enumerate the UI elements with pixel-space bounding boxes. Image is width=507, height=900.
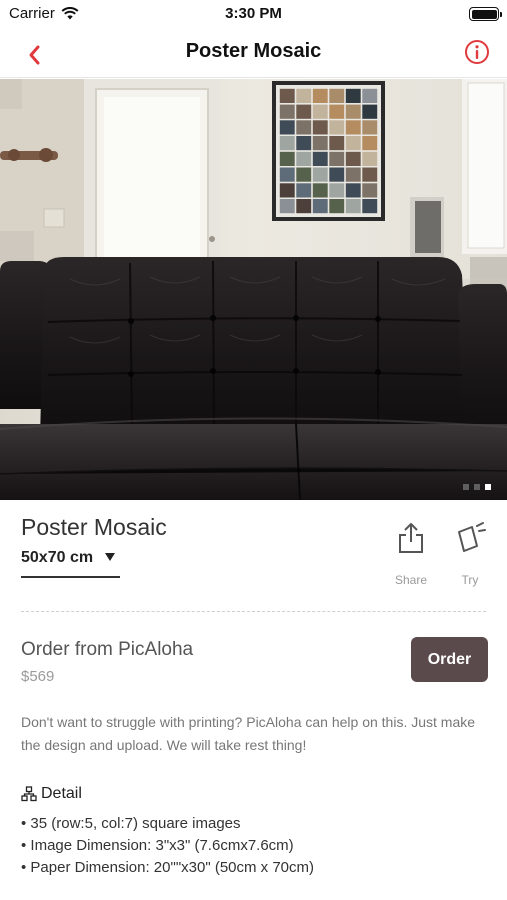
- carousel-page-indicator: [463, 484, 491, 490]
- poster-tile: [279, 167, 295, 182]
- order-description: Don't want to struggle with printing? Pi…: [21, 714, 476, 753]
- dashed-divider: [21, 611, 486, 612]
- navigation-bar: Poster Mosaic: [0, 28, 507, 78]
- poster-tile: [329, 136, 345, 151]
- poster-tile: [329, 104, 345, 119]
- info-button[interactable]: [463, 38, 491, 66]
- poster-tile: [362, 88, 378, 103]
- detail-list: • 35 (row:5, col:7) square images • Imag…: [21, 813, 314, 879]
- poster-tile: [329, 183, 345, 198]
- poster-tile: [296, 120, 312, 135]
- info-icon: [465, 40, 489, 64]
- poster-tile: [312, 167, 328, 182]
- poster-tile: [312, 88, 328, 103]
- poster-tile: [296, 151, 312, 166]
- page-dot[interactable]: [463, 484, 469, 490]
- share-button[interactable]: Share: [386, 521, 436, 587]
- poster-tile: [362, 199, 378, 214]
- poster-tile: [345, 88, 361, 103]
- detail-heading: Detail: [21, 785, 82, 803]
- hierarchy-icon: [21, 786, 37, 802]
- poster-tile: [345, 199, 361, 214]
- poster-tile: [345, 167, 361, 182]
- poster-tile: [312, 120, 328, 135]
- poster-tile: [362, 120, 378, 135]
- poster-tile: [296, 183, 312, 198]
- poster-tile: [362, 136, 378, 151]
- poster-tile: [345, 136, 361, 151]
- poster-tile: [345, 120, 361, 135]
- order-price: $569: [21, 668, 55, 685]
- share-label: Share: [394, 573, 428, 587]
- detail-item: • Image Dimension: 3"x3" (7.6cmx7.6cm): [21, 837, 294, 854]
- battery-icon: [469, 7, 502, 21]
- poster-tile: [329, 88, 345, 103]
- poster-tile: [279, 199, 295, 214]
- wifi-icon: [61, 7, 79, 20]
- poster-tile: [345, 151, 361, 166]
- order-title: Order from PicAloha: [21, 639, 194, 660]
- poster-tile: [312, 183, 328, 198]
- caret-down-icon: [105, 553, 115, 561]
- try-poster-icon: [458, 522, 486, 552]
- status-bar: Carrier 3:30 PM: [0, 0, 507, 28]
- poster-tile: [296, 88, 312, 103]
- status-carrier-group: Carrier: [9, 5, 79, 22]
- carrier-label: Carrier: [9, 5, 55, 22]
- page-dot-active[interactable]: [485, 484, 491, 490]
- chevron-left-icon: [29, 45, 40, 65]
- poster-tile: [312, 151, 328, 166]
- sofa-room-photo: [0, 79, 507, 500]
- poster-tile: [296, 136, 312, 151]
- poster-tile: [279, 183, 295, 198]
- detail-item: • Paper Dimension: 20""x30" (50cm x 70cm…: [21, 859, 315, 876]
- detail-item: • 35 (row:5, col:7) square images: [21, 815, 241, 832]
- poster-tile: [329, 167, 345, 182]
- poster-tile: [362, 167, 378, 182]
- poster-tile: [279, 88, 295, 103]
- page-title: Poster Mosaic: [185, 40, 322, 62]
- poster-tile: [345, 104, 361, 119]
- share-icon: [399, 523, 423, 553]
- back-button[interactable]: [22, 40, 50, 68]
- detail-heading-label: Detail: [41, 785, 82, 802]
- poster-tile: [329, 199, 345, 214]
- poster-tile: [329, 151, 345, 166]
- poster-tile: [362, 183, 378, 198]
- product-title: Poster Mosaic: [21, 514, 167, 540]
- poster-tile: [362, 151, 378, 166]
- poster-tile: [362, 104, 378, 119]
- poster-tile: [312, 136, 328, 151]
- poster-tile: [296, 167, 312, 182]
- poster-tile: [312, 199, 328, 214]
- order-button[interactable]: Order: [411, 637, 488, 682]
- poster-tile: [296, 199, 312, 214]
- size-value: 50x70 cm: [21, 549, 94, 566]
- poster-tile: [279, 151, 295, 166]
- poster-tile: [296, 104, 312, 119]
- poster-tile: [279, 120, 295, 135]
- poster-tile: [312, 104, 328, 119]
- size-dropdown[interactable]: 50x70 cm: [21, 549, 120, 578]
- try-label: Try: [461, 573, 479, 587]
- poster-tile: [329, 120, 345, 135]
- poster-tile: [279, 104, 295, 119]
- try-button[interactable]: Try: [445, 521, 495, 587]
- page-dot[interactable]: [474, 484, 480, 490]
- product-image-carousel[interactable]: [0, 79, 507, 500]
- poster-tile: [279, 136, 295, 151]
- poster-tile: [345, 183, 361, 198]
